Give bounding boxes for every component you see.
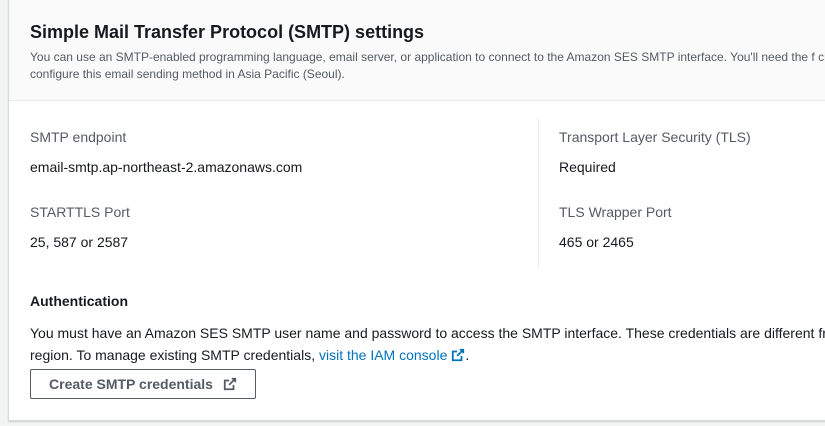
create-smtp-credentials-button[interactable]: Create SMTP credentials <box>30 369 256 399</box>
iam-console-link[interactable]: visit the IAM console <box>319 347 465 363</box>
authentication-description: You must have an Amazon SES SMTP user na… <box>30 322 825 368</box>
authentication-title: Authentication <box>30 293 128 309</box>
smtp-endpoint-label: SMTP endpoint <box>30 129 127 145</box>
smtp-endpoint-value: email-smtp.ap-northeast-2.amazonaws.com <box>30 159 303 175</box>
authentication-text-end: . <box>465 347 470 363</box>
tls-value: Required <box>559 159 616 175</box>
smtp-settings-panel: Simple Mail Transfer Protocol (SMTP) set… <box>8 0 825 421</box>
tls-label: Transport Layer Security (TLS) <box>559 129 751 145</box>
starttls-port-label: STARTTLS Port <box>30 204 130 220</box>
tls-wrapper-port-value: 465 or 2465 <box>559 234 634 250</box>
panel-description: You can use an SMTP-enabled programming … <box>30 50 825 81</box>
column-divider <box>538 118 539 268</box>
starttls-port-value: 25, 587 or 2587 <box>30 234 129 250</box>
create-smtp-credentials-label: Create SMTP credentials <box>49 376 213 392</box>
external-link-icon <box>451 346 465 368</box>
tls-wrapper-port-label: TLS Wrapper Port <box>559 204 672 220</box>
iam-console-link-label: visit the IAM console <box>318 347 448 363</box>
external-link-icon <box>223 377 237 391</box>
panel-header: Simple Mail Transfer Protocol (SMTP) set… <box>9 0 825 101</box>
panel-title: Simple Mail Transfer Protocol (SMTP) set… <box>30 22 425 42</box>
